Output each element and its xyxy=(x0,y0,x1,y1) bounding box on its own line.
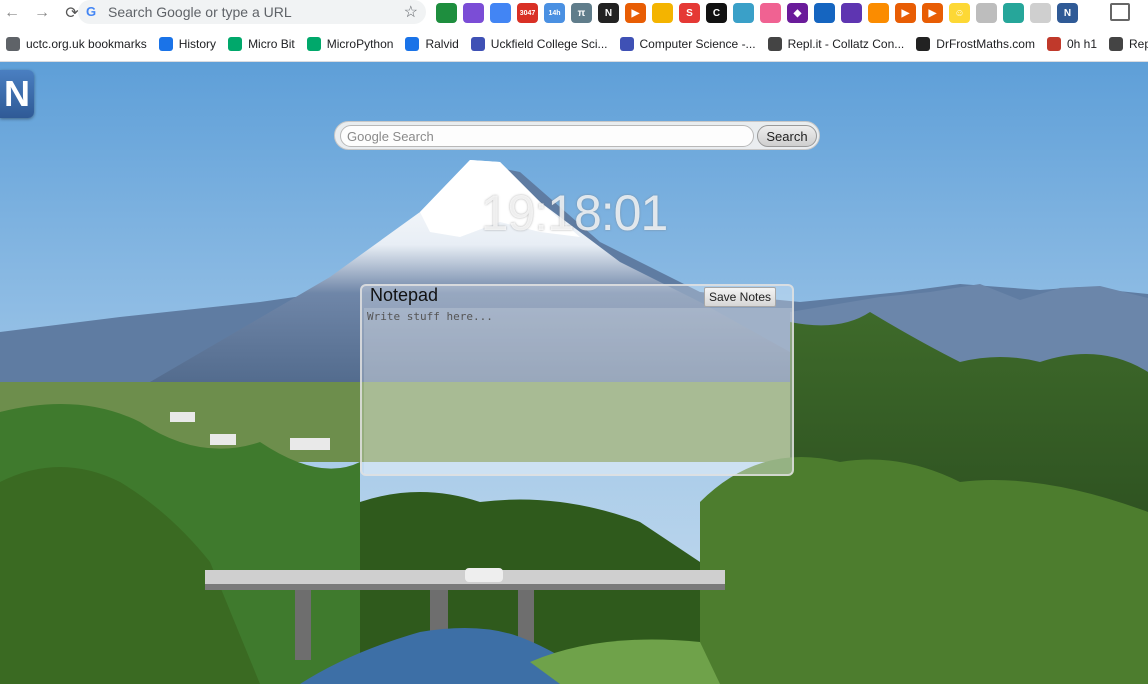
ext-eye-icon[interactable] xyxy=(733,3,754,23)
bookmark-label: Ralvid xyxy=(425,36,459,51)
bookmark-item[interactable]: uctc.org.uk bookmarks xyxy=(0,30,153,58)
clock: 19:18:01 xyxy=(480,185,669,241)
ext-sheets-icon[interactable] xyxy=(436,3,457,23)
bookmark-item[interactable]: History xyxy=(153,30,222,58)
bookmark-label: Micro Bit xyxy=(248,36,295,51)
ext-calendar-icon[interactable]: 14h xyxy=(544,3,565,23)
bookmark-label: Repl.it - Collatz Con... xyxy=(787,36,905,51)
ext-puzzle-icon[interactable] xyxy=(463,3,484,23)
uckfield-icon xyxy=(470,36,485,51)
bookmark-item[interactable]: MicroPython xyxy=(301,30,400,58)
bookmark-label: MicroPython xyxy=(326,36,394,51)
bookmark-label: uctc.org.uk bookmarks xyxy=(26,36,147,51)
ext-gmail-icon[interactable]: 3047 xyxy=(517,3,538,23)
bookmark-item[interactable]: Ralvid xyxy=(399,30,464,58)
ohh1-icon xyxy=(1046,36,1061,51)
ext-translate-icon[interactable] xyxy=(490,3,511,23)
compsci-icon xyxy=(619,36,634,51)
folder-icon xyxy=(6,36,20,51)
ext-notion-icon[interactable]: N xyxy=(598,3,619,23)
bookmark-item[interactable]: Uckfield College Sci... xyxy=(465,30,614,58)
history-icon xyxy=(158,36,173,51)
bookmark-item[interactable]: Repl.it - Treeple xyxy=(1103,30,1148,58)
bookmark-label: DrFrostMaths.com xyxy=(936,36,1035,51)
ext-n-icon[interactable]: N xyxy=(1057,3,1078,23)
ext-cube-icon[interactable] xyxy=(841,3,862,23)
bookmark-item[interactable]: Computer Science -... xyxy=(614,30,762,58)
ext-orange-icon[interactable] xyxy=(868,3,889,23)
ext-photo-icon[interactable] xyxy=(652,3,673,23)
notepad-title: Notepad xyxy=(370,285,439,305)
bookmark-item[interactable]: 0h h1 xyxy=(1041,30,1103,58)
ext-s-icon[interactable]: S xyxy=(679,3,700,23)
search-input[interactable] xyxy=(340,125,754,147)
ext-play2-icon[interactable]: ▶ xyxy=(895,3,916,23)
bookmark-item[interactable]: Micro Bit xyxy=(222,30,301,58)
ext-monitor-icon[interactable] xyxy=(814,3,835,23)
bookmark-item[interactable]: DrFrostMaths.com xyxy=(910,30,1041,58)
omnibox-text[interactable]: Search Google or type a URL xyxy=(108,4,404,20)
ext-dots-icon[interactable] xyxy=(760,3,781,23)
search-form: Search xyxy=(334,121,820,150)
ext-pi-icon[interactable]: π xyxy=(571,3,592,23)
new-tab-page: N Search 19:18:01 Notepad Save Notes xyxy=(0,62,1148,684)
back-icon[interactable]: ← xyxy=(0,1,24,25)
app-logo-icon[interactable]: N xyxy=(0,70,34,118)
save-notes-button[interactable]: Save Notes xyxy=(704,287,776,307)
bookmark-label: History xyxy=(178,36,217,51)
ext-play-icon[interactable]: ▶ xyxy=(625,3,646,23)
bookmark-label: 0h h1 xyxy=(1066,36,1097,51)
ext-grey2-icon[interactable] xyxy=(1030,3,1051,23)
bookmark-label: Uckfield College Sci... xyxy=(490,36,608,51)
notepad-panel: Notepad Save Notes xyxy=(360,284,794,476)
browser-toolbar: ← → ⟳ G Search Google or type a URL ☆ 30… xyxy=(0,0,1148,26)
ext-map-icon[interactable] xyxy=(1003,3,1024,23)
bookmark-label: Computer Science -... xyxy=(639,36,756,51)
ralvid-icon xyxy=(405,36,420,51)
microbit-icon xyxy=(228,36,243,51)
search-button[interactable]: Search xyxy=(757,125,817,147)
ext-play3-icon[interactable]: ▶ xyxy=(922,3,943,23)
bookmarks-bar: uctc.org.uk bookmarks History Micro Bit Mic… xyxy=(0,26,1148,62)
ext-smiley-icon[interactable]: ☺ xyxy=(949,3,970,23)
forward-icon[interactable]: → xyxy=(30,1,54,25)
bookmark-item[interactable]: Repl.it - Collatz Con... xyxy=(762,30,911,58)
ext-diamond-icon[interactable]: ◆ xyxy=(787,3,808,23)
micropython-icon xyxy=(306,36,321,51)
bookmark-star-icon[interactable]: ☆ xyxy=(404,2,418,22)
cast-icon[interactable] xyxy=(1110,3,1130,21)
notes-textarea[interactable] xyxy=(364,308,792,474)
ext-grey-icon[interactable] xyxy=(976,3,997,23)
drfrost-icon xyxy=(916,36,931,51)
extensions-row: 3047 14h π N ▶ S C ◆ ▶ ▶ ☺ N xyxy=(436,2,1078,24)
google-g-icon: G xyxy=(86,4,97,19)
omnibox[interactable]: G Search Google or type a URL ☆ xyxy=(78,0,426,24)
bookmark-label: Repl.it - Treeple xyxy=(1129,36,1148,51)
ext-c-icon[interactable]: C xyxy=(706,3,727,23)
replit-icon xyxy=(767,36,782,51)
replit2-icon xyxy=(1109,36,1123,51)
